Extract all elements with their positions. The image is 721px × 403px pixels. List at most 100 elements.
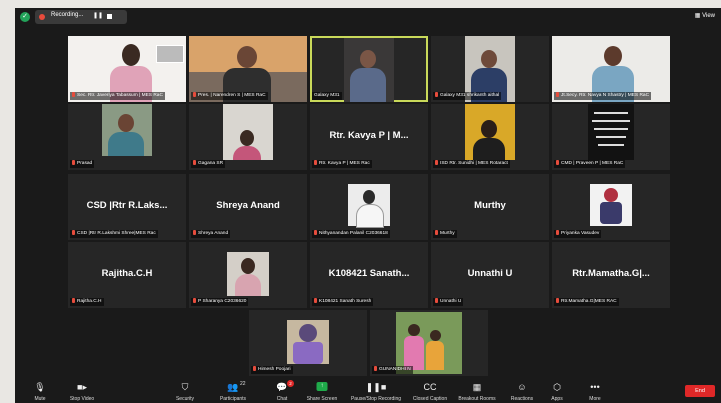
microphone-icon: 🎙 bbox=[34, 382, 46, 392]
muted-mic-icon bbox=[435, 298, 438, 304]
participant-name: Rtr.Mamatha.G|MES RAC bbox=[554, 298, 619, 306]
participant-name: Pres. | Narendren S | MES RaC bbox=[191, 92, 268, 100]
participant-display-name: Shreya Anand bbox=[216, 200, 280, 211]
muted-mic-icon bbox=[72, 160, 75, 166]
participant-tile[interactable]: CMD | Praveen P | MES RaC bbox=[552, 104, 670, 170]
view-label: View bbox=[702, 13, 715, 19]
stop-recording-icon[interactable] bbox=[107, 14, 112, 19]
participant-tile[interactable]: Jt.Secy. Rtr. Navya N Shastry | MES RaC bbox=[552, 36, 670, 102]
encryption-shield-icon[interactable]: ✓ bbox=[20, 12, 30, 22]
person-head bbox=[237, 46, 257, 68]
participant-display-name: Rajitha.C.H bbox=[101, 268, 153, 279]
person-body bbox=[235, 274, 261, 296]
cartoon-body bbox=[600, 202, 622, 224]
people-icon: 👥 bbox=[227, 382, 239, 392]
participant-tile[interactable]: Galaxy M31 shrikanth aithal bbox=[431, 36, 549, 102]
closed-caption-button[interactable]: CC Closed Caption bbox=[405, 379, 455, 403]
grid-icon: ▦ bbox=[472, 382, 482, 392]
participant-name: Galaxy M31 bbox=[312, 92, 342, 100]
pause-stop-recording-button[interactable]: ❚❚■ Pause/Stop Recording bbox=[348, 379, 404, 403]
participant-tile[interactable]: Priyanka Vasudev bbox=[552, 174, 670, 240]
cc-icon: CC bbox=[423, 382, 437, 392]
participant-tile[interactable]: Rajitha.C.H Rajitha.C.H bbox=[68, 242, 186, 308]
participant-tile[interactable]: CSD |Rtr R.Laks... CSD |Rtr R.Lakshmi Sh… bbox=[68, 174, 186, 240]
muted-mic-icon bbox=[72, 92, 75, 98]
participant-name: Murthy bbox=[433, 230, 457, 238]
muted-mic-icon bbox=[193, 230, 196, 236]
participant-name: K108421 Sanath Suresh bbox=[312, 298, 374, 306]
person-body bbox=[404, 336, 424, 370]
poster-image bbox=[156, 45, 184, 63]
smiley-icon: ☺ bbox=[517, 382, 527, 392]
share-arrow-icon: ↑ bbox=[316, 382, 328, 391]
stop-video-button[interactable]: ■▸ Stop Video bbox=[57, 379, 107, 403]
participant-tile[interactable]: Sec. Rtr. Javeriya Tabassum | MES RaC bbox=[68, 36, 186, 102]
muted-mic-icon bbox=[374, 366, 377, 372]
participant-name: Priyanka Vasudev bbox=[554, 230, 602, 238]
participant-name: Rajitha.C.H bbox=[70, 298, 104, 306]
participant-name: Shreya Anand bbox=[191, 230, 231, 238]
participant-name: Sec. Rtr. Javeriya Tabassum | MES RaC bbox=[70, 92, 165, 100]
participant-tile[interactable]: GUNANIDHI N bbox=[370, 310, 488, 376]
muted-mic-icon bbox=[314, 160, 317, 166]
participant-name: Gagana SR bbox=[191, 160, 226, 168]
person-head bbox=[604, 46, 622, 66]
view-button[interactable]: ▦ View bbox=[695, 12, 715, 19]
participant-tile[interactable]: Murthy Murthy bbox=[431, 174, 549, 240]
person-head bbox=[360, 50, 376, 68]
participant-tile[interactable]: Unnathi U Unnathi U bbox=[431, 242, 549, 308]
meeting-toolbar: 🎙 Mute ■▸ Stop Video ⛉ Security 👥 22 Par… bbox=[15, 379, 721, 403]
person-body bbox=[426, 341, 444, 370]
person-head bbox=[430, 330, 441, 341]
security-button[interactable]: ⛉ Security bbox=[160, 379, 210, 403]
pause-stop-icon: ❚❚■ bbox=[365, 382, 387, 392]
pause-recording-icon[interactable]: ❚❚ bbox=[93, 12, 103, 19]
participant-name: Prasad bbox=[70, 160, 95, 168]
participant-name: CSD |Rtr R.Lakshmi Shree|MES Rac bbox=[70, 230, 158, 238]
end-meeting-button[interactable]: End bbox=[685, 385, 715, 397]
participants-button[interactable]: 👥 22 Participants bbox=[208, 379, 258, 403]
participant-tile[interactable]: Nithyanandan Palanil C2036618 bbox=[310, 174, 428, 240]
person-head bbox=[241, 258, 255, 274]
muted-mic-icon bbox=[193, 160, 196, 166]
participants-count: 22 bbox=[240, 381, 246, 387]
participant-display-name: Rtr. Kavya P | M... bbox=[329, 130, 409, 141]
recording-label: Recording... bbox=[51, 12, 84, 18]
share-screen-button[interactable]: ↑ Share Screen bbox=[297, 379, 347, 403]
text-line-graphic bbox=[596, 136, 626, 138]
text-line-graphic bbox=[594, 128, 628, 130]
person-body bbox=[356, 204, 384, 228]
participant-display-name: K108421 Sanath... bbox=[328, 268, 410, 279]
muted-mic-icon bbox=[72, 230, 75, 236]
participant-tile[interactable]: Prasad bbox=[68, 104, 186, 170]
participant-display-name: CSD |Rtr R.Laks... bbox=[86, 200, 168, 211]
participant-tile[interactable]: Shreya Anand Shreya Anand bbox=[189, 174, 307, 240]
participant-tile[interactable]: Himesh Poojari bbox=[249, 310, 367, 376]
active-speaker-tile[interactable]: Galaxy M31 bbox=[310, 36, 428, 102]
person-body bbox=[350, 68, 386, 102]
participant-tile[interactable]: Rtr.Mamatha.G|... Rtr.Mamatha.G|MES RAC bbox=[552, 242, 670, 308]
person-head bbox=[408, 324, 420, 336]
person-head bbox=[363, 190, 375, 204]
person-head bbox=[481, 120, 497, 138]
participant-tile[interactable]: ISD Rtr. Sunidhi | MES Rotaract bbox=[431, 104, 549, 170]
participant-name: P Sharanya C2036620 bbox=[191, 298, 249, 306]
chat-icon: 💬 bbox=[276, 382, 288, 392]
muted-mic-icon bbox=[556, 230, 559, 236]
zoom-window: ✓ Recording... ❚❚ ▦ View Sec. Rtr. Javer… bbox=[15, 8, 721, 403]
participant-tile[interactable]: K108421 Sanath... K108421 Sanath Suresh bbox=[310, 242, 428, 308]
person-head bbox=[118, 114, 134, 132]
muted-mic-icon bbox=[72, 298, 75, 304]
person-head bbox=[240, 130, 254, 146]
muted-mic-icon bbox=[435, 230, 438, 236]
muted-mic-icon bbox=[193, 298, 196, 304]
participant-tile[interactable]: Gagana SR bbox=[189, 104, 307, 170]
participant-tile[interactable]: Pres. | Narendren S | MES RaC bbox=[189, 36, 307, 102]
text-line-graphic bbox=[598, 144, 624, 146]
breakout-rooms-button[interactable]: ▦ Breakout Rooms bbox=[452, 379, 502, 403]
participant-tile[interactable]: P Sharanya C2036620 bbox=[189, 242, 307, 308]
more-button[interactable]: ••• More bbox=[570, 379, 620, 403]
camera-icon: ■▸ bbox=[77, 382, 87, 392]
muted-mic-icon bbox=[435, 160, 438, 166]
participant-tile[interactable]: Rtr. Kavya P | M... Rtr. Kavya P | MES R… bbox=[310, 104, 428, 170]
